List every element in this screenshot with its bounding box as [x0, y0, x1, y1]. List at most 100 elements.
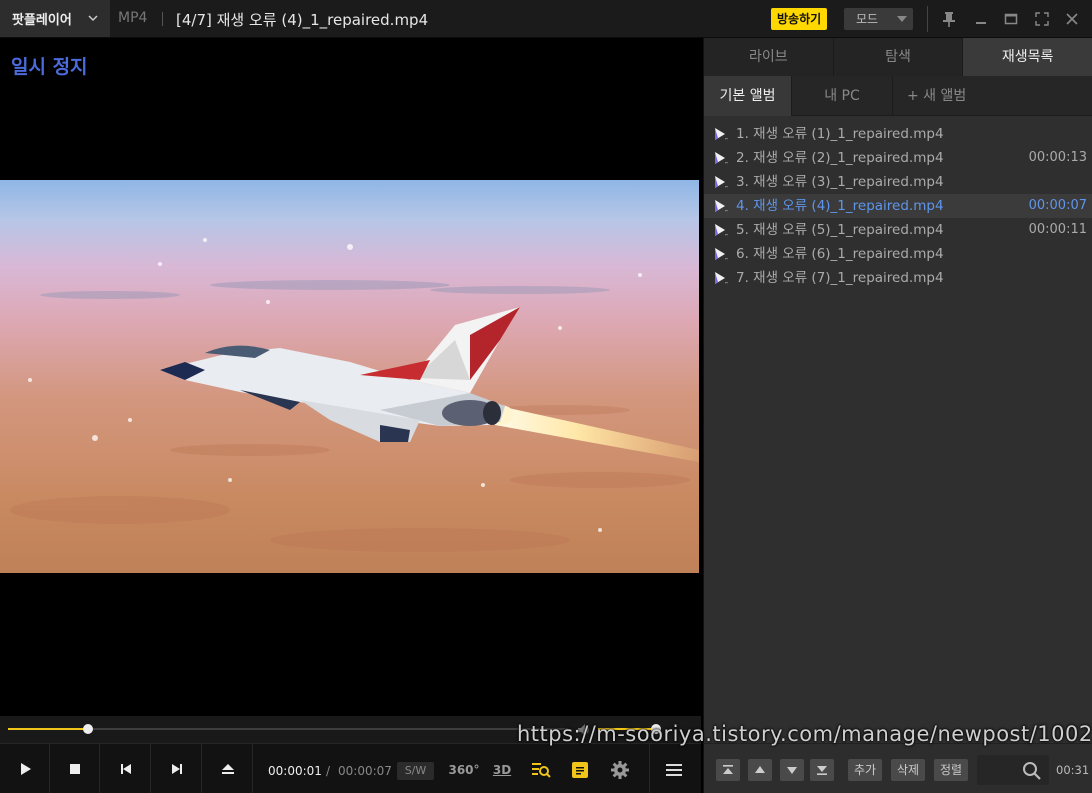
side-panel: 라이브 탐색 재생목록 기본 앨범 내 PC + 새 앨범 1. 재생 오류 (… [703, 38, 1092, 743]
tab-my-pc[interactable]: 내 PC [792, 76, 893, 116]
playlist-search-button[interactable] [528, 757, 554, 783]
playlist-item-duration: 00:00:13 [1028, 150, 1087, 165]
move-top-button[interactable] [716, 759, 740, 781]
playlist-item-duration: 00:00:07 [1028, 198, 1087, 213]
tab-playlist[interactable]: 재생목록 [963, 38, 1092, 76]
eject-icon [221, 764, 234, 774]
volume-level [598, 728, 657, 730]
play-icon [20, 763, 31, 775]
volume-handle[interactable] [651, 724, 662, 734]
format-label: MP4 [118, 10, 148, 26]
fullscreen-icon[interactable] [1032, 9, 1052, 29]
next-button[interactable] [152, 744, 202, 793]
window-controls-divider [927, 6, 928, 32]
window-title: [4/7] 재생 오류 (4)_1_repaired.mp4 [176, 11, 429, 29]
skip-forward-icon [171, 764, 182, 774]
playback-controls: 00:00:01 / 00:00:07 S/W 360° 3D [0, 743, 701, 793]
skip-back-icon [120, 764, 131, 774]
video-frame-image [0, 180, 699, 573]
search-icon[interactable] [1022, 761, 1042, 781]
current-time: 00:00:01 [268, 764, 322, 778]
video-frame [0, 180, 699, 573]
play-button[interactable] [0, 744, 50, 793]
move-bottom-button[interactable] [810, 759, 834, 781]
video-area[interactable]: 일시 정지 [0, 38, 701, 716]
playlist-item-name: 5. 재생 오류 (5)_1_repaired.mp4 [736, 222, 944, 238]
stop-button[interactable] [50, 744, 100, 793]
tab-live[interactable]: 라이브 [704, 38, 834, 76]
playlist-item[interactable]: 4. 재생 오류 (4)_1_repaired.mp4 00:00:07 [704, 194, 1092, 218]
list-search-icon [532, 763, 551, 778]
playlist-item[interactable]: 1. 재생 오류 (1)_1_repaired.mp4 [704, 122, 1092, 146]
play-file-icon [715, 176, 728, 188]
minimize-icon[interactable] [971, 9, 991, 29]
volume-icon[interactable] [576, 722, 592, 738]
seek-bar[interactable] [8, 724, 568, 734]
move-top-icon [723, 765, 733, 774]
pause-status-label: 일시 정지 [11, 56, 88, 78]
arrow-up-icon [755, 766, 765, 773]
playlist: 1. 재생 오류 (1)_1_repaired.mp4 2. 재생 오류 (2)_… [704, 122, 1092, 290]
move-bottom-icon [817, 766, 827, 775]
album-tabs: 기본 앨범 내 PC + 새 앨범 [704, 76, 1092, 116]
move-down-button[interactable] [780, 759, 804, 781]
play-file-icon [715, 248, 728, 260]
pin-icon[interactable] [939, 9, 959, 29]
chevron-down-icon [88, 15, 98, 22]
playlist-item[interactable]: 7. 재생 오류 (7)_1_repaired.mp4 [704, 266, 1092, 290]
playlist-item-name: 7. 재생 오류 (7)_1_repaired.mp4 [736, 270, 944, 286]
play-file-icon [715, 200, 728, 212]
add-button[interactable]: 추가 [848, 759, 883, 781]
playlist-toolbar: 추가 삭제 정렬 00:31 [703, 743, 1092, 793]
play-file-icon [715, 224, 728, 236]
seek-bar-row [0, 716, 701, 743]
gear-icon [611, 761, 629, 779]
seek-handle[interactable] [83, 724, 94, 734]
app-menu-button[interactable]: 팟플레이어 [0, 0, 110, 37]
dropdown-arrow-icon [897, 16, 907, 22]
previous-button[interactable] [101, 744, 151, 793]
subtitle-button[interactable] [567, 757, 593, 783]
playlist-item[interactable]: 6. 재생 오류 (6)_1_repaired.mp4 [704, 242, 1092, 266]
subtitle-icon [572, 762, 588, 778]
seek-progress [8, 728, 89, 730]
playlist-total-time: 00:31 [1056, 763, 1090, 777]
title-bar: 팟플레이어 MP4 [4/7] 재생 오류 (4)_1_repaired.mp4… [0, 0, 1092, 38]
panel-tabs: 라이브 탐색 재생목록 [704, 38, 1092, 76]
play-file-icon [715, 128, 728, 140]
eject-button[interactable] [203, 744, 253, 793]
mode-dropdown[interactable]: 모드 [844, 8, 913, 30]
broadcast-button[interactable]: 방송하기 [771, 8, 828, 30]
menu-button[interactable] [661, 757, 687, 783]
arrow-down-icon [787, 767, 797, 774]
playlist-item-name: 6. 재생 오류 (6)_1_repaired.mp4 [736, 246, 944, 262]
playlist-item[interactable]: 2. 재생 오류 (2)_1_repaired.mp4 00:00:13 [704, 146, 1092, 170]
maximize-icon[interactable] [1001, 9, 1021, 29]
playlist-item[interactable]: 3. 재생 오류 (3)_1_repaired.mp4 [704, 170, 1092, 194]
sort-button[interactable]: 정렬 [934, 759, 969, 781]
total-time: 00:00:07 [338, 764, 392, 778]
playlist-item-name: 1. 재생 오류 (1)_1_repaired.mp4 [736, 126, 944, 142]
time-separator: / [326, 764, 331, 778]
vr-360-button[interactable]: 360° [448, 757, 480, 783]
vr-360-label: 360° [448, 763, 480, 777]
playlist-item[interactable]: 5. 재생 오류 (5)_1_repaired.mp4 00:00:11 [704, 218, 1092, 242]
stop-icon [69, 764, 80, 774]
3d-button[interactable]: 3D [489, 757, 515, 783]
sw-decoder-button[interactable]: S/W [397, 762, 434, 780]
playlist-item-duration: 00:00:11 [1028, 222, 1087, 237]
app-menu-label: 팟플레이어 [12, 13, 72, 28]
volume-slider[interactable] [598, 724, 662, 734]
settings-button[interactable] [607, 757, 633, 783]
play-file-icon [715, 152, 728, 164]
close-icon[interactable] [1062, 9, 1082, 29]
delete-button[interactable]: 삭제 [891, 759, 926, 781]
tab-explore[interactable]: 탐색 [834, 38, 964, 76]
playlist-item-name: 4. 재생 오류 (4)_1_repaired.mp4 [736, 198, 944, 214]
move-up-button[interactable] [748, 759, 772, 781]
mode-label: 모드 [856, 12, 879, 26]
playlist-item-name: 3. 재생 오류 (3)_1_repaired.mp4 [736, 174, 944, 190]
tab-default-album[interactable]: 기본 앨범 [704, 76, 792, 116]
new-album-button[interactable]: + 새 앨범 [893, 76, 980, 116]
3d-label: 3D [492, 763, 512, 777]
